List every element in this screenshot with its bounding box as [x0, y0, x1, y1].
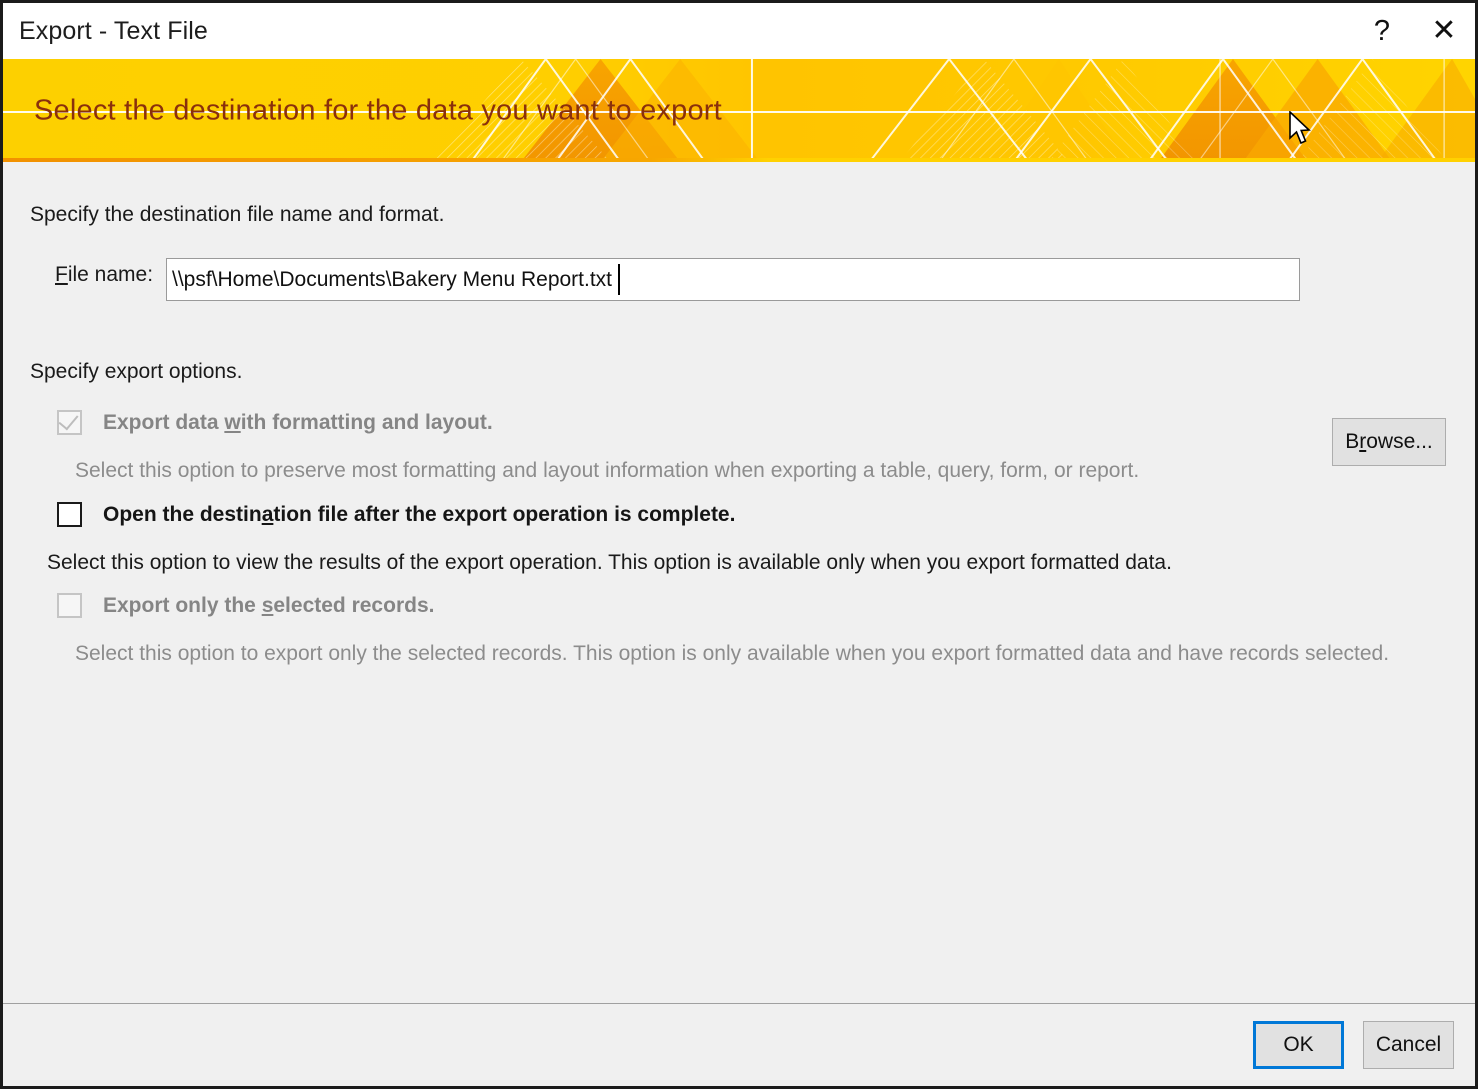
filename-label-accelerator: F: [55, 263, 68, 286]
option1-label-post: ith formatting and layout.: [241, 411, 493, 434]
option-label-open-destination-file: Open the destination file after the expo…: [103, 502, 735, 527]
banner-bottom-edge: [3, 158, 1475, 162]
option2-label-pre: Open the destin: [103, 503, 262, 526]
banner: Select the destination for the data you …: [3, 59, 1475, 162]
title-bar: Export - Text File ? ✕: [3, 3, 1475, 59]
filename-label: File name:: [55, 263, 153, 287]
option-label-export-with-formatting: Export data with formatting and layout.: [103, 410, 493, 435]
export-text-file-dialog: Export - Text File ? ✕: [0, 0, 1478, 1089]
text-caret: [618, 264, 620, 295]
option-description-open-destination-file: Select this option to view the results o…: [47, 551, 1172, 575]
option1-label-pre: Export data: [103, 411, 224, 434]
browse-label-post: owse...: [1366, 430, 1433, 454]
option-description-export-with-formatting: Select this option to preserve most form…: [75, 459, 1139, 483]
page-title: Export - Text File: [19, 17, 208, 46]
option-description-export-selected-records: Select this option to export only the se…: [75, 642, 1389, 666]
browse-button[interactable]: Browse...: [1332, 418, 1446, 466]
option-label-export-selected-records: Export only the selected records.: [103, 593, 434, 618]
filename-input[interactable]: [166, 258, 1300, 301]
option2-label-accelerator: a: [262, 503, 274, 526]
option-row-export-selected-records[interactable]: Export only the selected records.: [57, 593, 434, 618]
dialog-footer: OK Cancel: [3, 1003, 1475, 1086]
ok-button[interactable]: OK: [1253, 1021, 1344, 1069]
close-icon: ✕: [1431, 16, 1456, 46]
option-row-export-with-formatting[interactable]: Export data with formatting and layout.: [57, 410, 493, 435]
option3-label-pre: Export only the: [103, 594, 262, 617]
options-section-label: Specify export options.: [30, 360, 242, 384]
browse-label-pre: B: [1345, 430, 1359, 454]
option3-label-post: elected records.: [273, 594, 434, 617]
checkmark-icon: [59, 410, 79, 431]
dialog-body: Specify the destination file name and fo…: [3, 162, 1475, 1004]
destination-section-label: Specify the destination file name and fo…: [30, 203, 444, 227]
banner-heading: Select the destination for the data you …: [34, 94, 722, 127]
option2-label-post: tion file after the export operation is …: [273, 503, 735, 526]
option3-label-accelerator: s: [262, 594, 274, 617]
checkbox-open-destination-file[interactable]: [57, 502, 82, 527]
cancel-button[interactable]: Cancel: [1363, 1021, 1454, 1069]
question-mark-icon: ?: [1374, 17, 1390, 46]
option-row-open-destination-file[interactable]: Open the destination file after the expo…: [57, 502, 735, 527]
checkbox-export-with-formatting[interactable]: [57, 410, 82, 435]
close-button[interactable]: ✕: [1413, 3, 1475, 59]
option1-label-accelerator: w: [224, 411, 240, 434]
help-button[interactable]: ?: [1351, 3, 1413, 59]
filename-label-rest: ile name:: [68, 263, 153, 286]
browse-label-accelerator: r: [1359, 430, 1366, 454]
checkbox-export-selected-records[interactable]: [57, 593, 82, 618]
